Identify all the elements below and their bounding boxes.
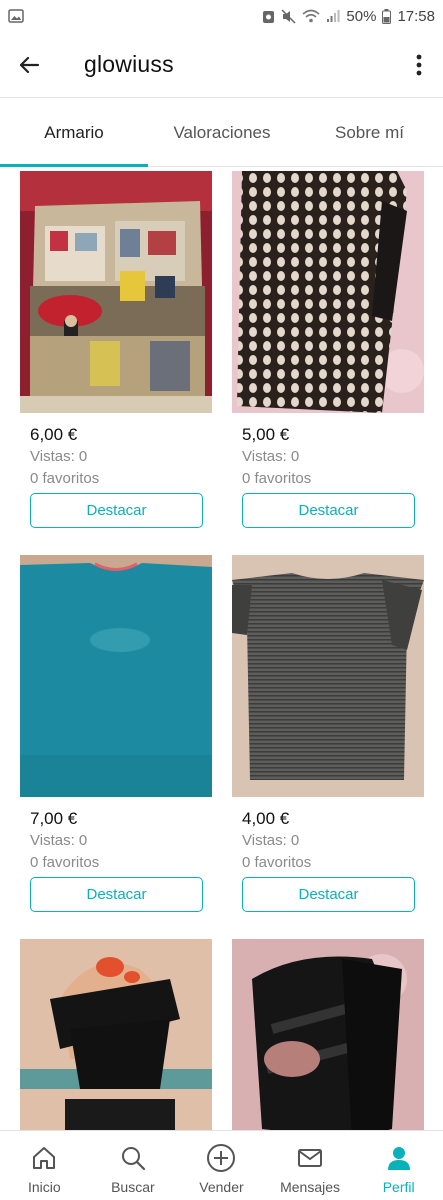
- item-photo[interactable]: [20, 555, 212, 797]
- destacar-button[interactable]: Destacar: [30, 493, 203, 528]
- nav-label: Inicio: [27, 1179, 61, 1195]
- home-icon: [33, 1147, 56, 1169]
- item-card[interactable]: 7,00 € Vistas: 0 0 favoritos Destacar: [20, 555, 212, 912]
- tab-sobre-mi[interactable]: Sobre mí: [296, 99, 443, 167]
- battery-icon: [382, 8, 392, 24]
- item-favorites: 0 favoritos: [30, 854, 100, 871]
- plus-circle-icon: [207, 1144, 236, 1172]
- tab-valoraciones[interactable]: Valoraciones: [148, 99, 296, 167]
- back-button[interactable]: [0, 32, 58, 98]
- item-photo[interactable]: [232, 555, 424, 797]
- search-icon: [121, 1147, 145, 1171]
- item-price: 7,00 €: [30, 809, 78, 828]
- item-views: Vistas: 0: [242, 448, 300, 465]
- tab-label: Valoraciones: [173, 123, 271, 142]
- nav-label: Perfil: [382, 1179, 415, 1195]
- profile-username: glowiuss: [84, 51, 174, 77]
- item-photo[interactable]: [20, 171, 212, 413]
- app-bar: glowiuss: [0, 32, 443, 98]
- active-tab-indicator: [0, 164, 148, 167]
- status-bar: 50% 17:58: [0, 0, 443, 32]
- nav-inicio[interactable]: Inicio: [0, 1131, 89, 1200]
- tab-armario[interactable]: Armario: [0, 99, 148, 167]
- mail-icon: [298, 1149, 323, 1167]
- bottom-navigation: Inicio Buscar Vender Mensajes Perfil: [0, 1130, 443, 1200]
- person-icon: [387, 1147, 410, 1170]
- item-favorites: 0 favoritos: [30, 470, 100, 487]
- nav-label: Vender: [199, 1179, 244, 1195]
- arrow-left-icon: [19, 56, 40, 73]
- item-views: Vistas: 0: [242, 832, 300, 849]
- clock: 17:58: [397, 7, 435, 25]
- item-favorites: 0 favoritos: [242, 854, 312, 871]
- nav-label: Mensajes: [280, 1179, 341, 1195]
- item-photo[interactable]: [20, 939, 212, 1130]
- nav-perfil[interactable]: Perfil: [354, 1131, 443, 1200]
- nav-vender[interactable]: Vender: [177, 1131, 266, 1200]
- destacar-button[interactable]: Destacar: [242, 493, 415, 528]
- item-card[interactable]: [232, 939, 424, 1130]
- gallery-icon: [8, 9, 24, 23]
- item-card[interactable]: [20, 939, 212, 1130]
- item-views: Vistas: 0: [30, 448, 88, 465]
- battery-percent: 50%: [346, 7, 377, 25]
- item-price: 5,00 €: [242, 425, 290, 444]
- item-price: 4,00 €: [242, 809, 290, 828]
- item-photo[interactable]: [232, 171, 424, 413]
- tab-label: Armario: [44, 123, 104, 142]
- wifi-icon: [302, 9, 320, 23]
- notification-icon: [263, 10, 275, 23]
- destacar-button[interactable]: Destacar: [242, 877, 415, 912]
- signal-icon: [327, 10, 340, 22]
- item-photo[interactable]: [232, 939, 424, 1130]
- tab-label: Sobre mí: [335, 123, 404, 142]
- more-vertical-icon: [416, 54, 422, 75]
- nav-label: Buscar: [111, 1179, 155, 1195]
- destacar-button[interactable]: Destacar: [30, 877, 203, 912]
- more-options-button[interactable]: [395, 32, 443, 98]
- item-card[interactable]: 6,00 € Vistas: 0 0 favoritos Destacar: [20, 171, 212, 528]
- nav-mensajes[interactable]: Mensajes: [266, 1131, 355, 1200]
- nav-buscar[interactable]: Buscar: [89, 1131, 178, 1200]
- profile-tabs: Armario Valoraciones Sobre mí: [0, 99, 443, 167]
- item-price: 6,00 €: [30, 425, 78, 444]
- wardrobe-grid: 6,00 € Vistas: 0 0 favoritos Destacar 5,…: [0, 168, 443, 1130]
- item-card[interactable]: 4,00 € Vistas: 0 0 favoritos Destacar: [232, 555, 424, 912]
- item-card[interactable]: 5,00 € Vistas: 0 0 favoritos Destacar: [232, 171, 424, 528]
- mute-icon: [281, 8, 296, 24]
- item-views: Vistas: 0: [30, 832, 88, 849]
- item-favorites: 0 favoritos: [242, 470, 312, 487]
